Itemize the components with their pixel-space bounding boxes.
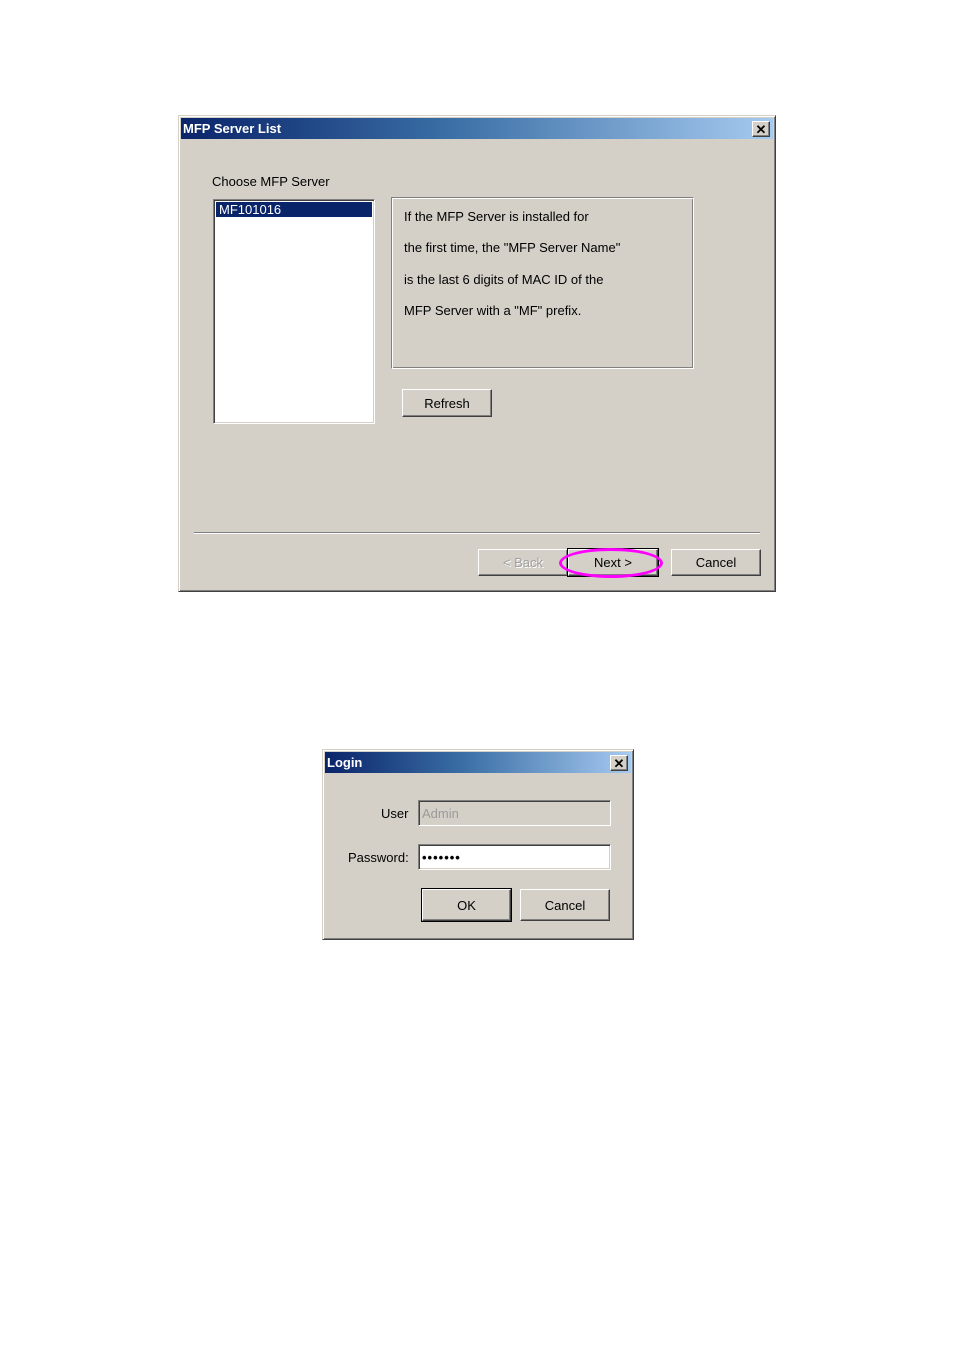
cancel-button[interactable]: Cancel — [671, 549, 761, 576]
info-line: If the MFP Server is installed for — [404, 209, 589, 224]
choose-server-label: Choose MFP Server — [212, 174, 330, 189]
server-list-item[interactable]: MF101016 — [216, 202, 372, 217]
next-button[interactable]: Next > — [567, 548, 659, 577]
login-cancel-button[interactable]: Cancel — [520, 889, 610, 921]
ok-button[interactable]: OK — [421, 888, 512, 922]
close-icon: ✕ — [755, 121, 767, 137]
login-dialog: Login ✕ User Admin Password: ••••••• OK … — [322, 749, 634, 940]
login-dialog-title: Login — [327, 755, 363, 770]
user-field[interactable]: Admin — [418, 800, 611, 826]
password-label: Password: — [348, 850, 409, 865]
mfp-dialog-close-button[interactable]: ✕ — [752, 121, 770, 137]
back-button[interactable]: < Back — [478, 549, 568, 576]
info-box: If the MFP Server is installed for the f… — [391, 197, 694, 369]
mfp-dialog-titlebar[interactable]: MFP Server List ✕ — [181, 118, 773, 139]
button-separator — [194, 532, 760, 534]
close-icon: ✕ — [613, 755, 625, 771]
refresh-button[interactable]: Refresh — [402, 389, 492, 417]
server-listbox[interactable]: MF101016 — [213, 199, 375, 424]
info-line: MFP Server with a "MF" prefix. — [404, 303, 582, 318]
login-dialog-close-button[interactable]: ✕ — [610, 755, 628, 771]
user-label: User — [381, 806, 409, 821]
password-field[interactable]: ••••••• — [418, 844, 611, 870]
mfp-dialog-title: MFP Server List — [183, 121, 282, 136]
mfp-server-list-dialog: MFP Server List ✕ Choose MFP Server MF10… — [178, 115, 776, 592]
login-dialog-titlebar[interactable]: Login ✕ — [325, 752, 631, 773]
info-line: is the last 6 digits of MAC ID of the — [404, 272, 604, 287]
info-line: the first time, the "MFP Server Name" — [404, 240, 621, 255]
